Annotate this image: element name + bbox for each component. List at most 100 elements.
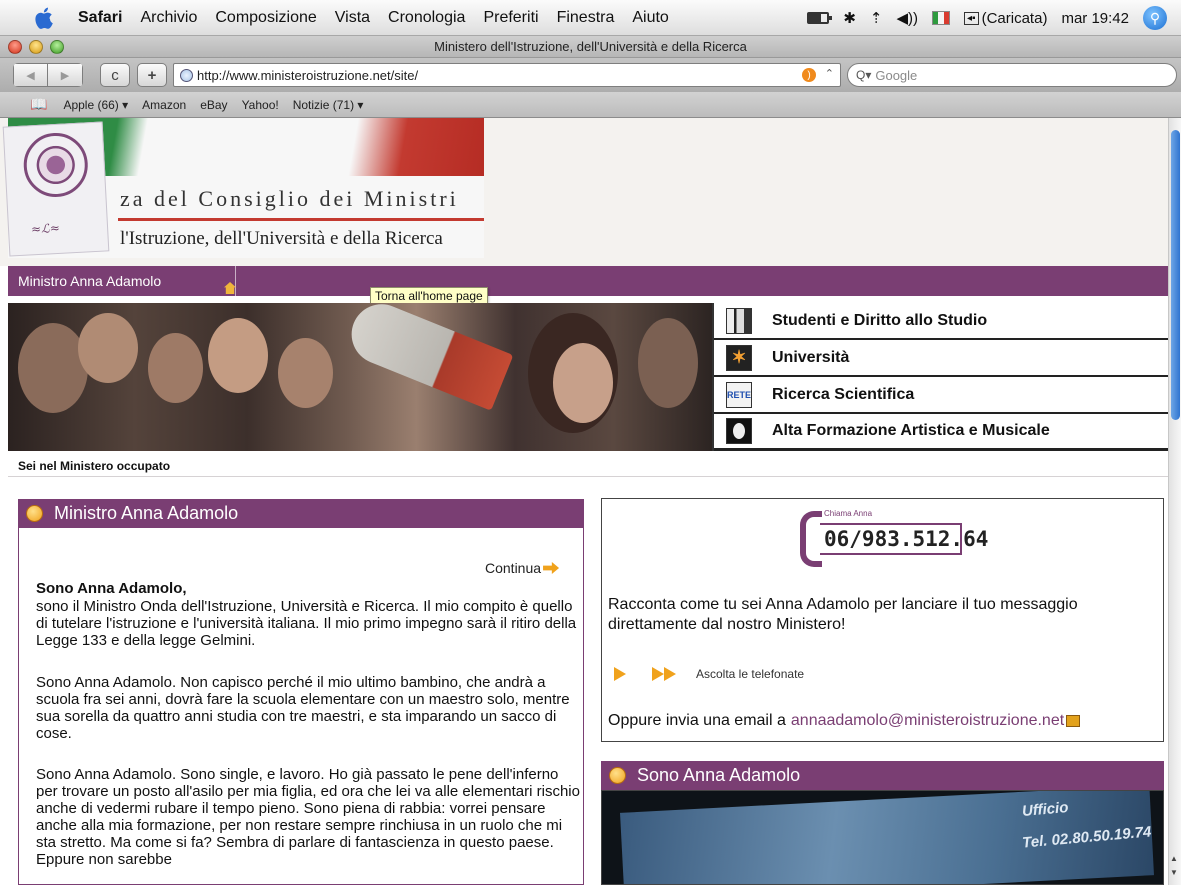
audio-player: Ascolta le telefonate bbox=[614, 667, 804, 681]
university-icon: ✶ bbox=[726, 344, 752, 371]
forward-button[interactable]: ▶ bbox=[48, 63, 83, 87]
play-icon[interactable] bbox=[614, 667, 626, 681]
scroll-down-arrow-icon[interactable]: ▼ bbox=[1170, 868, 1178, 877]
input-flag-icon[interactable] bbox=[932, 11, 951, 25]
email-prefix: Oppure invia una email a bbox=[608, 712, 786, 729]
section-arts-label: Alta Formazione Artistica e Musicale bbox=[772, 422, 1050, 439]
wifi-icon[interactable]: ⇡ bbox=[870, 9, 883, 27]
phone-number: 06/983.512.64 bbox=[820, 523, 988, 555]
address-url[interactable]: http://www.ministeroistruzione.net/site/ bbox=[197, 68, 418, 83]
mail-icon[interactable] bbox=[1066, 715, 1081, 727]
menu-vista[interactable]: Vista bbox=[335, 9, 370, 27]
bookmarks-bar: 📖 Apple (66) ▾ Amazon eBay Yahoo! Notizi… bbox=[0, 92, 1181, 118]
site-globe-icon bbox=[180, 68, 193, 82]
battery-status[interactable]: ◂▪ (Caricata) bbox=[964, 10, 1047, 27]
bluetooth-icon[interactable]: ✱ bbox=[843, 9, 856, 27]
zoom-window-button[interactable] bbox=[50, 40, 64, 54]
back-button[interactable]: ◀ bbox=[13, 63, 48, 87]
bookmark-yahoo[interactable]: Yahoo! bbox=[242, 98, 279, 112]
search-field[interactable]: Q▾ Google bbox=[847, 63, 1177, 87]
browser-toolbar: ◀ ▶ c + http://www.ministeroistruzione.n… bbox=[0, 58, 1181, 92]
vertical-scrollbar[interactable]: ▲ ▼ bbox=[1168, 118, 1181, 885]
plug-icon: ◂▪ bbox=[964, 11, 979, 25]
intro-paragraph-1: sono il Ministro Onda dell'Istruzione, U… bbox=[36, 598, 577, 649]
menu-composizione[interactable]: Composizione bbox=[215, 9, 316, 27]
spotlight-icon[interactable]: ⚲ bbox=[1143, 6, 1167, 30]
reload-button[interactable]: c bbox=[100, 63, 130, 87]
section-students-label: Studenti e Diritto allo Studio bbox=[772, 311, 988, 329]
clock[interactable]: mar 19:42 bbox=[1061, 10, 1129, 27]
url-dropdown-icon[interactable]: ⌃ bbox=[825, 67, 834, 80]
continue-link[interactable]: Continua bbox=[485, 560, 560, 576]
megaphone-graphic bbox=[342, 303, 514, 411]
page-viewport: ≈ℒ≈ za del Consiglio dei Ministri l'Istr… bbox=[0, 118, 1168, 885]
listen-calls-label[interactable]: Ascolta le telefonate bbox=[696, 667, 804, 681]
section-arts[interactable]: Alta Formazione Artistica e Musicale bbox=[714, 414, 1168, 451]
search-icon[interactable]: Q▾ bbox=[856, 68, 871, 82]
students-icon bbox=[726, 307, 752, 334]
video-player[interactable]: Ufficio Tel. 02.80.50.19.74 bbox=[601, 790, 1164, 885]
address-bar[interactable]: http://www.ministeroistruzione.net/site/… bbox=[173, 63, 841, 87]
menu-bar: Safari Archivio Composizione Vista Crono… bbox=[0, 0, 1181, 36]
divider bbox=[8, 476, 1168, 477]
close-window-button[interactable] bbox=[8, 40, 22, 54]
bookmark-amazon[interactable]: Amazon bbox=[142, 98, 186, 112]
email-link[interactable]: annaadamolo@ministeroistruzione.net bbox=[791, 712, 1064, 730]
fast-forward-icon[interactable] bbox=[652, 667, 676, 681]
window-title: Ministero dell'Istruzione, dell'Universi… bbox=[434, 39, 747, 54]
menu-preferiti[interactable]: Preferiti bbox=[483, 9, 538, 27]
rss-icon[interactable]: ) bbox=[802, 68, 816, 82]
section-university-label: Università bbox=[772, 348, 850, 366]
video-panel-title: Sono Anna Adamolo bbox=[601, 761, 1164, 790]
battery-icon[interactable] bbox=[807, 12, 833, 24]
section-menu: Studenti e Diritto allo Studio ✶ Univers… bbox=[712, 303, 1168, 451]
republic-emblem-icon: ≈ℒ≈ bbox=[2, 121, 110, 257]
scrollbar-thumb[interactable] bbox=[1171, 130, 1180, 420]
minister-panel-title: Ministro Anna Adamolo bbox=[18, 499, 584, 528]
video-panel: Sono Anna Adamolo Ufficio Tel. 02.80.50.… bbox=[601, 761, 1164, 885]
search-placeholder: Google bbox=[875, 67, 918, 83]
phone-number-logo[interactable]: Chiama Anna 06/983.512.64 bbox=[800, 507, 988, 571]
intro-heading: Sono Anna Adamolo, bbox=[36, 580, 187, 597]
breadcrumb: Sei nel Ministero occupato bbox=[18, 459, 171, 473]
window-titlebar: Ministero dell'Istruzione, dell'Universi… bbox=[0, 36, 1181, 58]
volume-icon[interactable]: ◀)) bbox=[896, 9, 918, 27]
header-rule bbox=[118, 218, 484, 221]
menu-archivio[interactable]: Archivio bbox=[140, 9, 197, 27]
bookmarks-book-icon[interactable]: 📖 bbox=[30, 96, 47, 113]
menu-app-safari[interactable]: Safari bbox=[78, 9, 122, 27]
add-bookmark-button[interactable]: + bbox=[137, 63, 167, 87]
bookmark-ebay[interactable]: eBay bbox=[200, 98, 227, 112]
call-description: Racconta come tu sei Anna Adamolo per la… bbox=[608, 596, 1078, 633]
call-panel: Chiama Anna 06/983.512.64 Racconta come … bbox=[601, 498, 1164, 742]
minimize-window-button[interactable] bbox=[29, 40, 43, 54]
menu-aiuto[interactable]: Aiuto bbox=[632, 9, 668, 27]
section-research[interactable]: RETE Ricerca Scientifica bbox=[714, 377, 1168, 414]
bullet-dot-icon bbox=[26, 505, 43, 522]
mask-icon bbox=[726, 418, 752, 444]
bookmark-apple[interactable]: Apple (66) ▾ bbox=[63, 98, 128, 112]
menu-cronologia[interactable]: Cronologia bbox=[388, 9, 465, 27]
intro-paragraph-3: Sono Anna Adamolo. Sono single, e lavoro… bbox=[36, 766, 580, 868]
section-research-label: Ricerca Scientifica bbox=[772, 385, 915, 403]
section-students[interactable]: Studenti e Diritto allo Studio bbox=[714, 303, 1168, 340]
email-line: Oppure invia una email a annaadamolo@min… bbox=[608, 712, 1081, 730]
bookmark-notizie[interactable]: Notizie (71) ▾ bbox=[293, 98, 364, 112]
window-controls bbox=[8, 40, 71, 54]
signature-graphic: ≈ℒ≈ bbox=[30, 220, 61, 237]
menu-extras: ✱ ⇡ ◀)) ◂▪ (Caricata) mar 19:42 ⚲ bbox=[807, 0, 1181, 36]
nav-bar: Ministro Anna Adamolo bbox=[8, 266, 1168, 296]
scroll-up-arrow-icon[interactable]: ▲ bbox=[1170, 854, 1178, 863]
battery-status-text: (Caricata) bbox=[981, 9, 1048, 27]
rete-icon: RETE bbox=[726, 381, 752, 408]
minister-panel: Continua Sono Anna Adamolo, sono il Mini… bbox=[18, 528, 584, 885]
phone-caption: Chiama Anna bbox=[824, 509, 873, 518]
site-header: ≈ℒ≈ za del Consiglio dei Ministri l'Istr… bbox=[0, 118, 1168, 266]
menu-finestra[interactable]: Finestra bbox=[557, 9, 615, 27]
section-university[interactable]: ✶ Università bbox=[714, 340, 1168, 377]
nav-brand-link[interactable]: Ministro Anna Adamolo bbox=[8, 266, 236, 296]
minister-panel-title-text: Ministro Anna Adamolo bbox=[54, 503, 239, 523]
nav-buttons: ◀ ▶ bbox=[13, 63, 83, 87]
apple-menu-icon[interactable] bbox=[34, 6, 56, 30]
continue-label: Continua bbox=[485, 560, 542, 576]
